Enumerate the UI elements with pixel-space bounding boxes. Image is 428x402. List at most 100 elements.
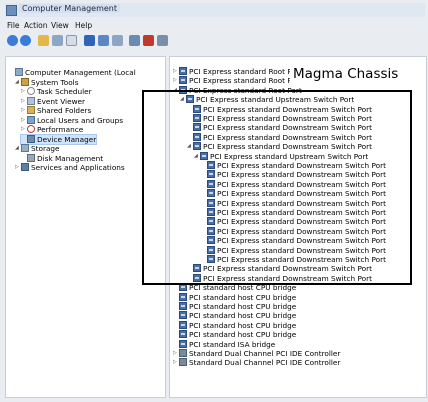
nav-tree-item[interactable]: ▷ Shared Folders <box>21 106 91 115</box>
nav-tree-label: Event Viewer <box>37 96 86 106</box>
update-driver-icon[interactable] <box>129 35 140 46</box>
nav-tree-item[interactable]: ▷ Services and Applications <box>15 163 125 172</box>
pci-icon <box>207 255 215 263</box>
device-tree-item[interactable]: PCI standard host CPU bridge <box>173 320 296 330</box>
nav-tree-item[interactable]: Computer Management (Local <box>9 68 136 77</box>
nav-tree-label: Storage <box>31 144 60 153</box>
pci-icon <box>179 85 187 94</box>
menu-view[interactable]: View <box>51 21 69 30</box>
device-tree-label: PCI standard host CPU bridge <box>189 292 297 302</box>
nav-tree-item[interactable]: ▷ Event Viewer <box>21 96 86 106</box>
device-tree-item[interactable]: PCI Express standard Downstream Switch P… <box>187 114 372 123</box>
pci-icon <box>193 142 201 151</box>
device-tree-item[interactable]: PCI Express standard Downstream Switch P… <box>201 170 386 179</box>
device-tree-item[interactable]: ▷ PCI Express standard Root Port <box>173 76 302 85</box>
menu-action[interactable]: Action <box>24 21 48 30</box>
device-tree-item[interactable]: ▷ Standard Dual Channel PCI IDE Controlle… <box>173 358 340 367</box>
pci-icon <box>207 217 215 226</box>
nav-tree-item[interactable]: ▷ Performance <box>21 125 83 134</box>
device-tree-item[interactable]: ◢ PCI Express standard Upstream Switch Po… <box>180 95 354 104</box>
viewer-icon <box>27 96 35 105</box>
device-tree-label: PCI Express standard Downstream Switch P… <box>203 273 372 283</box>
pci-icon <box>179 330 187 339</box>
device-tree: ▷ PCI Express standard Root Port ▷ PCI Expr… <box>169 56 427 398</box>
device-tree-item[interactable]: PCI Express standard Downstream Switch P… <box>187 273 372 283</box>
device-tree-item[interactable]: ▷ Standard Dual Channel PCI IDE Controlle… <box>173 349 340 358</box>
device-icon <box>27 134 35 143</box>
help-icon[interactable] <box>84 35 95 46</box>
device-tree-item[interactable]: PCI Express standard Downstream Switch P… <box>201 255 386 264</box>
device-tree-label: PCI Express standard Downstream Switch P… <box>217 170 386 180</box>
device-tree-label: PCI standard host CPU bridge <box>189 311 297 321</box>
back-arrow-icon[interactable] <box>7 35 18 46</box>
tools-icon <box>21 77 29 86</box>
device-tree-label: PCI Express standard Downstream Switch P… <box>203 123 372 133</box>
device-tree-item[interactable]: PCI Express standard Downstream Switch P… <box>187 123 372 132</box>
device-tree-item[interactable]: PCI Express standard Downstream Switch P… <box>201 208 386 217</box>
device-tree-item[interactable]: PCI standard host CPU bridge <box>173 283 296 292</box>
device-tree-item[interactable]: PCI standard host CPU bridge <box>173 292 297 302</box>
device-tree-item[interactable]: PCI Express standard Downstream Switch P… <box>201 161 386 170</box>
extra-view-icon[interactable] <box>98 35 109 46</box>
device-tree-item[interactable]: PCI Express standard Downstream Switch P… <box>201 189 386 198</box>
device-tree-label: PCI Express standard Root Port <box>189 76 302 86</box>
device-tree-item[interactable]: PCI standard ISA bridge <box>173 339 275 349</box>
pci-icon <box>207 198 215 207</box>
nav-tree-label: Device Manager <box>37 134 97 144</box>
device-tree-label: PCI Express standard Downstream Switch P… <box>217 161 386 170</box>
device-tree-item[interactable]: PCI Express standard Downstream Switch P… <box>201 198 386 208</box>
users-icon <box>27 115 35 124</box>
device-tree-item[interactable]: PCI Express standard Downstream Switch P… <box>201 226 386 236</box>
pci-icon <box>179 292 187 301</box>
storage-icon <box>21 144 29 152</box>
device-tree-label: PCI Express standard Downstream Switch P… <box>217 198 386 208</box>
title-bar: Computer Management <box>5 3 425 17</box>
device-tree-item[interactable]: PCI standard host CPU bridge <box>173 330 296 339</box>
menu-bar: File Action View Help <box>5 20 425 31</box>
forward-arrow-icon[interactable] <box>20 35 31 46</box>
nav-tree-item[interactable]: ▷ Local Users and Groups <box>21 115 123 125</box>
nav-tree-item[interactable]: ◢ Storage <box>15 144 60 153</box>
pci-icon <box>207 208 215 216</box>
up-folder-icon[interactable] <box>38 35 49 46</box>
device-tree-label: PCI Express standard Downstream Switch P… <box>217 217 386 227</box>
pci-icon <box>207 170 215 179</box>
nav-tree-item[interactable]: Device Manager <box>19 133 98 145</box>
device-tree-item[interactable]: ▷ PCI Express standard Root Port <box>173 67 302 76</box>
show-hide-tree-icon[interactable] <box>52 35 63 46</box>
device-tree-item[interactable]: PCI standard host CPU bridge <box>173 302 296 311</box>
device-tree-label: PCI Express standard Upstream Switch Por… <box>196 95 355 105</box>
device-tree-item[interactable]: PCI Express standard Downstream Switch P… <box>187 104 372 114</box>
generic-icon <box>15 68 23 76</box>
device-tree-item[interactable]: PCI Express standard Downstream Switch P… <box>201 179 386 189</box>
device-tree-item[interactable]: ◢ PCI Express standard Downstream Switch … <box>187 142 372 151</box>
disable-device-icon[interactable] <box>157 35 168 46</box>
device-tree-item[interactable]: PCI Express standard Downstream Switch P… <box>201 245 386 255</box>
menu-file[interactable]: File <box>7 21 20 30</box>
device-tree-item[interactable]: PCI Express standard Downstream Switch P… <box>187 264 372 273</box>
device-tree-item[interactable]: PCI standard host CPU bridge <box>173 311 296 320</box>
nav-tree-label: Performance <box>37 125 84 134</box>
nav-tree-item[interactable]: Disk Management <box>21 153 103 163</box>
computer-management-window: Computer Management File Action View Hel… <box>0 0 428 402</box>
pci-icon <box>207 179 215 188</box>
pci-icon <box>179 311 187 320</box>
nav-tree-item[interactable]: ▷ Task Scheduler <box>21 87 92 96</box>
window-title: Computer Management <box>19 4 121 13</box>
nav-tree-item[interactable]: ◢ System Tools <box>15 77 79 87</box>
properties-icon[interactable] <box>66 35 77 46</box>
pci-icon <box>179 76 187 85</box>
device-tree-item[interactable]: PCI Express standard Downstream Switch P… <box>201 217 386 226</box>
device-tree-label: PCI Express standard Downstream Switch P… <box>217 189 386 199</box>
menu-help[interactable]: Help <box>75 21 92 30</box>
pci-icon <box>193 104 201 113</box>
device-tree-item[interactable]: PCI Express standard Downstream Switch P… <box>201 236 386 245</box>
scan-hardware-icon[interactable] <box>112 35 123 46</box>
device-tree-label: PCI Express standard Downstream Switch P… <box>203 142 372 152</box>
device-tree-item[interactable]: PCI Express standard Downstream Switch P… <box>187 132 372 142</box>
device-tree-label: PCI Express standard Downstream Switch P… <box>203 104 372 114</box>
device-tree-item[interactable]: ◢ PCI Express standard Root Port <box>173 85 302 95</box>
device-tree-item[interactable]: ◢ PCI Express standard Upstream Switch Po… <box>194 151 368 161</box>
ide-icon <box>179 358 187 367</box>
uninstall-icon[interactable] <box>143 35 154 46</box>
